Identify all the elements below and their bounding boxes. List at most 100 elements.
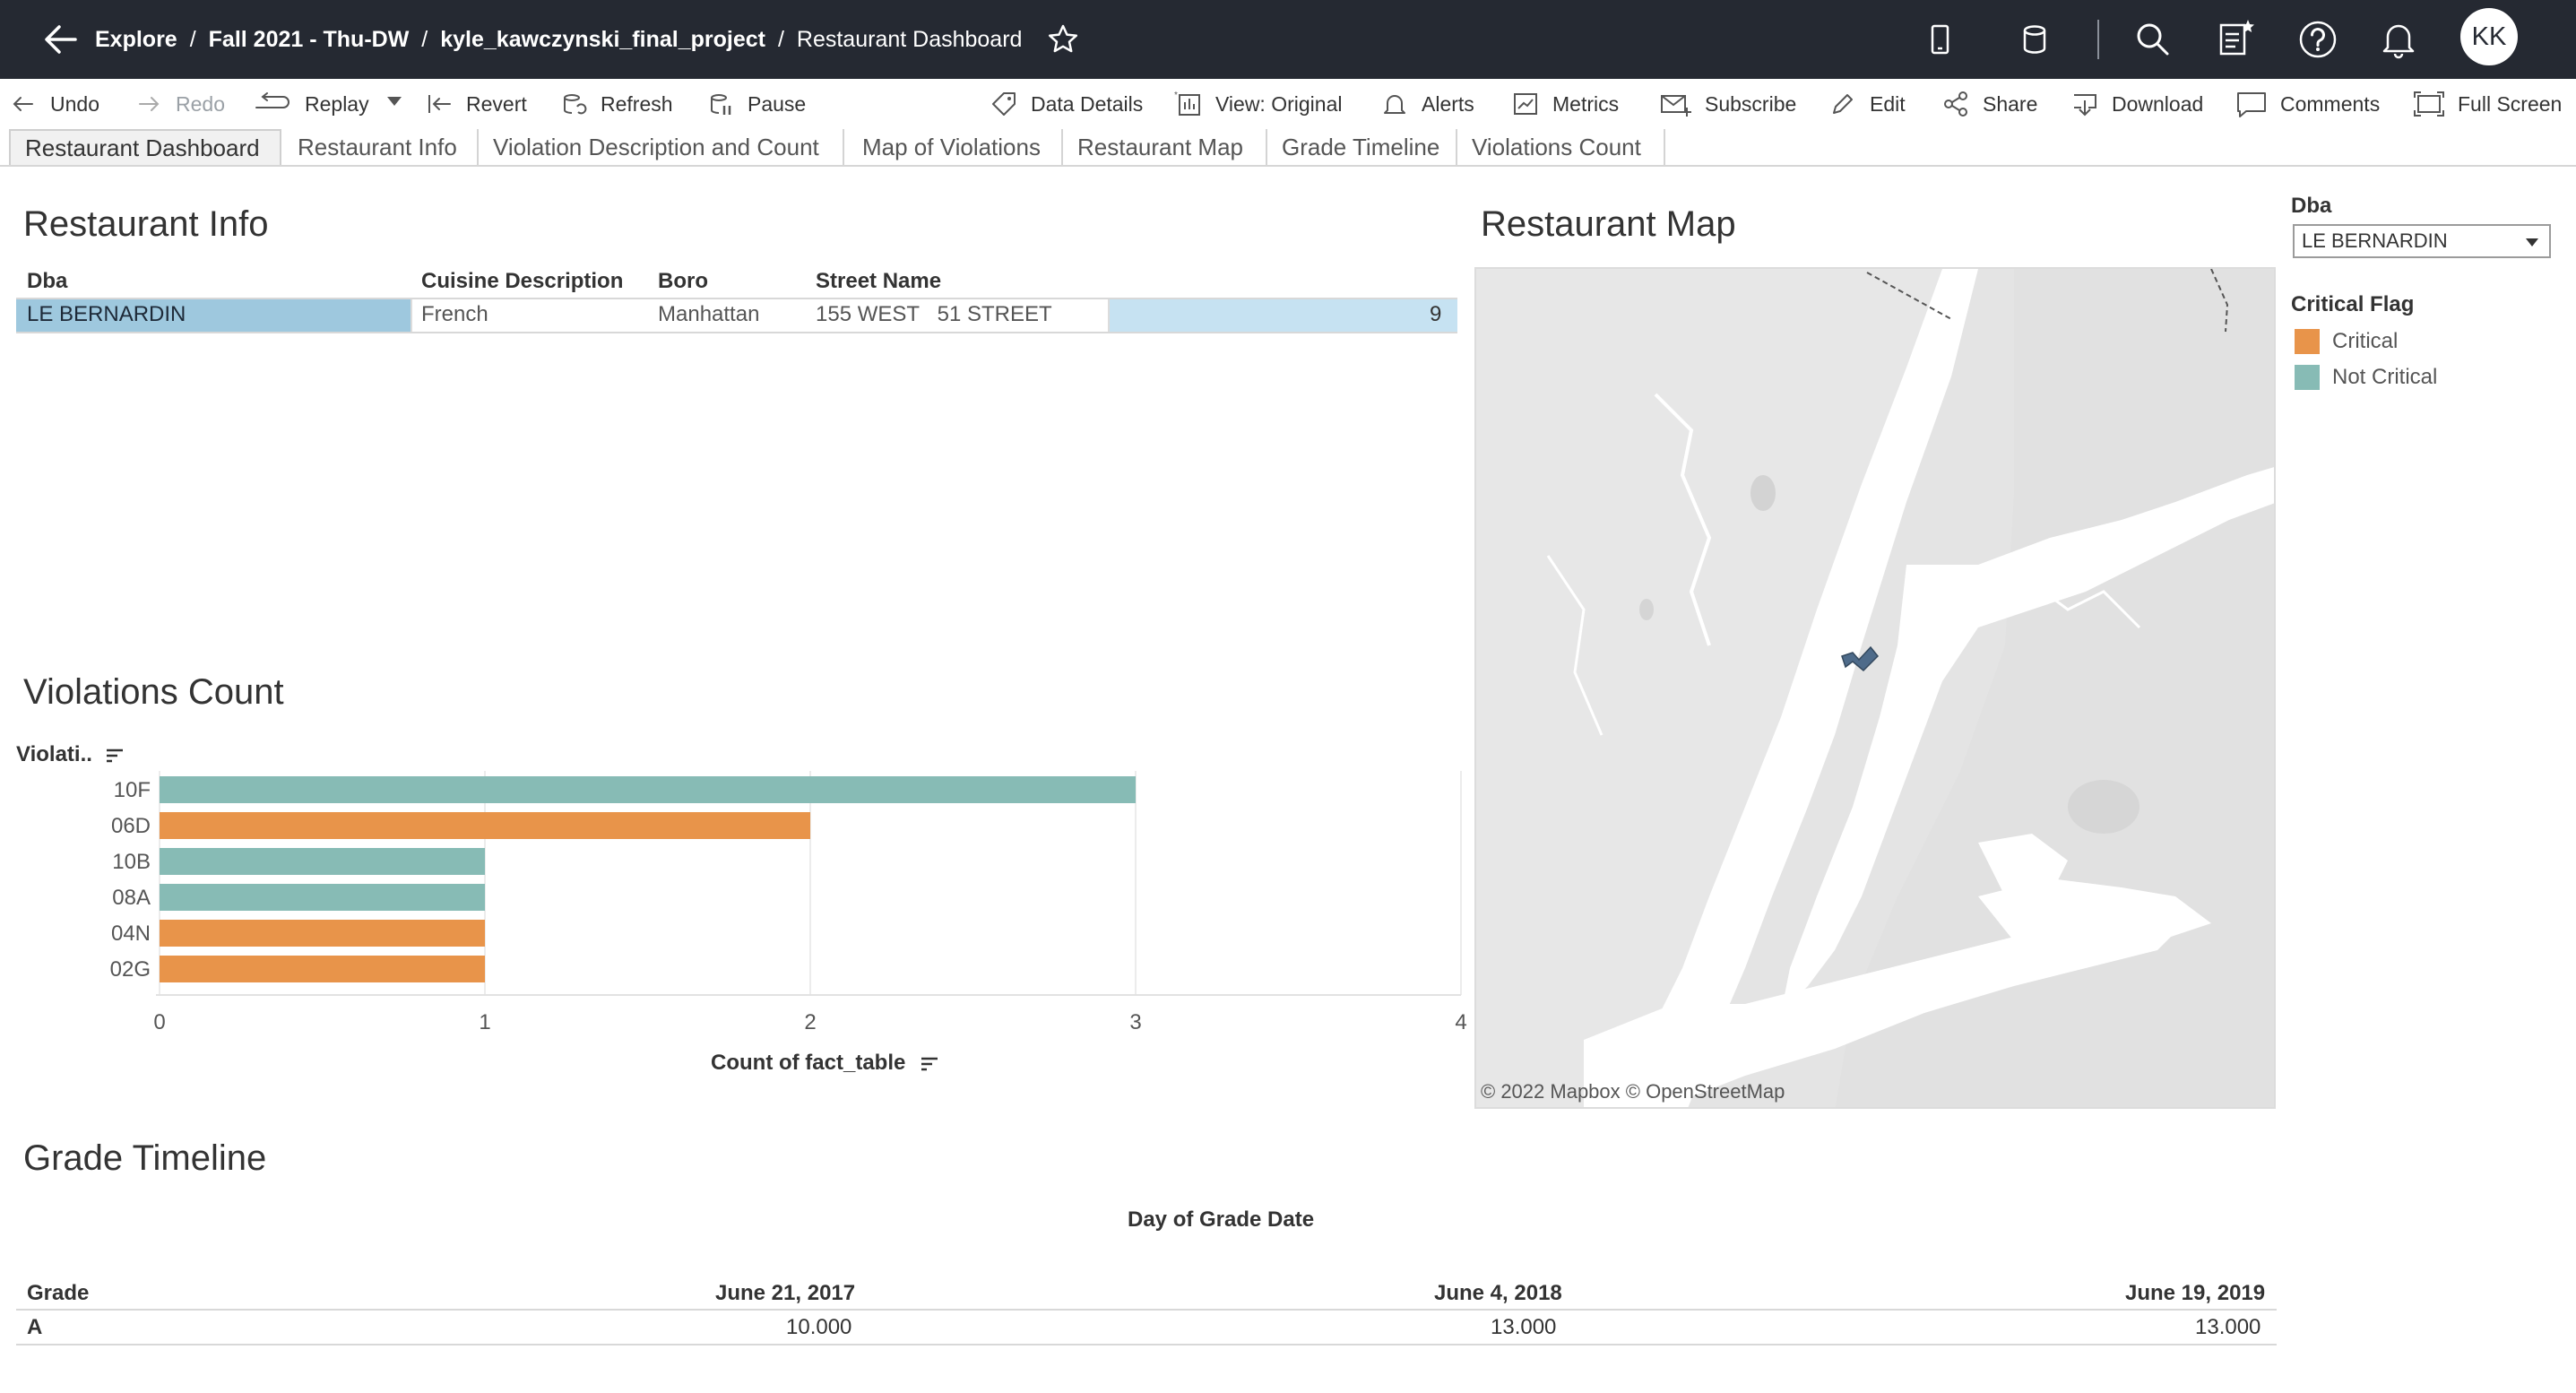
subscribe-button[interactable]: Subscribe: [1660, 88, 1796, 120]
replay-dropdown-caret-icon[interactable]: [387, 97, 402, 106]
tab-map-of-violations[interactable]: Map of Violations: [848, 129, 1063, 165]
tab-violation-description-and-count[interactable]: Violation Description and Count: [479, 129, 844, 165]
envelope-plus-icon: [1661, 95, 1691, 117]
device-preview-icon[interactable]: [1916, 16, 1963, 63]
alerts-button[interactable]: Alerts: [1380, 88, 1474, 120]
dba-filter-dropdown[interactable]: LE BERNARDIN: [2293, 224, 2551, 258]
custom-view-icon: *: [1174, 91, 1200, 116]
restaurant-info-title: Restaurant Info: [23, 204, 269, 244]
grade-timeline-cell-1[interactable]: 10.000: [786, 1315, 851, 1340]
refresh-button[interactable]: Refresh: [559, 88, 673, 120]
violation-bar-06d[interactable]: [160, 812, 810, 839]
comments-label: Comments: [2280, 91, 2381, 116]
breadcrumb-workbook[interactable]: kyle_kawczynski_final_project: [440, 27, 765, 53]
metrics-button[interactable]: Metrics: [1511, 88, 1619, 120]
undo-label: Undo: [50, 91, 99, 116]
violation-bar-10b[interactable]: [160, 848, 485, 875]
boro-value: Manhattan: [658, 302, 760, 326]
x-tick-label: 2: [804, 1010, 816, 1034]
pause-button[interactable]: Pause: [706, 88, 806, 120]
tab-violations-count[interactable]: Violations Count: [1457, 129, 1665, 165]
column-header-boro[interactable]: Boro: [658, 269, 708, 294]
grade-date-header-2[interactable]: June 4, 2018: [1434, 1281, 1562, 1306]
share-icon: [1944, 91, 1967, 117]
user-avatar[interactable]: KK: [2460, 8, 2518, 65]
violation-bar-10f[interactable]: [160, 776, 1136, 803]
undo-arrow-icon: [13, 97, 33, 111]
grade-row-header[interactable]: Grade: [27, 1281, 89, 1306]
full-screen-icon: [2414, 91, 2444, 117]
redo-button[interactable]: Redo: [134, 88, 225, 120]
violation-bar-08a[interactable]: [160, 884, 485, 911]
comments-button[interactable]: Comments: [2235, 88, 2380, 120]
grade-date-header-3[interactable]: June 19, 2019: [2125, 1281, 2265, 1306]
dba-filter-label: Dba: [2291, 194, 2332, 218]
full-screen-button[interactable]: Full Screen: [2413, 88, 2562, 120]
undo-button[interactable]: Undo: [9, 88, 99, 120]
help-icon[interactable]: [2295, 16, 2341, 63]
column-header-cuisine[interactable]: Cuisine Description: [421, 269, 623, 294]
breadcrumb: Explore / Fall 2021 - Thu-DW / kyle_kawc…: [95, 18, 1079, 61]
revert-button[interactable]: Revert: [425, 88, 527, 120]
revert-icon: [428, 95, 451, 113]
redo-arrow-icon: [139, 97, 160, 111]
full-screen-label: Full Screen: [2458, 91, 2563, 116]
share-button[interactable]: Share: [1941, 88, 2037, 120]
sort-icon[interactable]: [919, 1053, 940, 1075]
breadcrumb-current-view: Restaurant Dashboard: [796, 26, 1023, 52]
replay-button[interactable]: Replay: [253, 88, 369, 120]
map-attribution[interactable]: © 2022 Mapbox © OpenStreetMap: [1481, 1080, 1785, 1103]
revert-label: Revert: [466, 91, 527, 116]
data-details-label: Data Details: [1031, 91, 1144, 116]
violation-bar-04n[interactable]: [160, 920, 485, 947]
grade-timeline-cell-3[interactable]: 13.000: [2195, 1315, 2260, 1340]
data-details-button[interactable]: Data Details: [990, 88, 1143, 120]
replay-label: Replay: [305, 91, 369, 116]
edit-label: Edit: [1870, 91, 1906, 116]
tab-restaurant-dashboard[interactable]: Restaurant Dashboard: [9, 129, 281, 165]
data-source-icon[interactable]: [2011, 16, 2058, 63]
comment-bubble-icon: [2237, 92, 2266, 117]
notifications-bell-icon[interactable]: [2375, 16, 2422, 63]
column-header-street-name[interactable]: Street Name: [816, 269, 941, 294]
cuisine-value: French: [421, 302, 488, 326]
x-tick-label: 3: [1129, 1010, 1141, 1034]
violation-bar-02g[interactable]: [160, 956, 485, 982]
violations-bar-chart: 0 1 2 3 4 10F 06D 10B 08A 04N 02G: [110, 771, 1467, 1034]
sheet-tabs: Restaurant Dashboard Restaurant Info Vio…: [0, 129, 2576, 167]
map-canvas: [1476, 269, 2274, 1107]
download-button[interactable]: Download: [2070, 88, 2203, 120]
cell-divider: [411, 299, 412, 332]
search-icon[interactable]: [2130, 16, 2176, 63]
dba-filter-value: LE BERNARDIN: [2302, 229, 2448, 252]
table-row-divider: [16, 1344, 2277, 1345]
x-tick-label: 1: [479, 1010, 490, 1034]
violation-count-bar[interactable]: [1109, 299, 1457, 332]
personal-space-icon[interactable]: [2212, 16, 2259, 63]
edit-button[interactable]: Edit: [1828, 88, 1906, 120]
category-label: 02G: [110, 957, 151, 982]
grade-date-column-title: Day of Grade Date: [1128, 1207, 1315, 1232]
favorite-star-icon[interactable]: [1047, 23, 1079, 56]
legend-swatch-not-critical: [2295, 365, 2320, 390]
category-label: 10F: [114, 778, 151, 802]
legend-item-not-critical[interactable]: Not Critical: [2295, 364, 2437, 391]
restaurant-map[interactable]: [1474, 267, 2276, 1109]
tab-restaurant-map[interactable]: Restaurant Map: [1063, 129, 1267, 165]
breadcrumb-explore[interactable]: Explore: [95, 27, 177, 53]
tab-grade-timeline[interactable]: Grade Timeline: [1267, 129, 1457, 165]
pencil-icon: [1833, 94, 1853, 114]
legend-item-critical[interactable]: Critical: [2295, 328, 2398, 355]
replay-icon: [255, 92, 290, 108]
refresh-icon: [564, 94, 587, 115]
column-header-dba[interactable]: Dba: [27, 269, 67, 294]
x-tick-label: 4: [1455, 1010, 1466, 1034]
breadcrumb-project-folder[interactable]: Fall 2021 - Thu-DW: [209, 27, 410, 53]
metrics-label: Metrics: [1552, 91, 1620, 116]
back-arrow-icon[interactable]: [39, 18, 82, 61]
grade-date-header-1[interactable]: June 21, 2017: [715, 1281, 855, 1306]
tab-restaurant-info[interactable]: Restaurant Info: [283, 129, 479, 165]
grade-timeline-cell-2[interactable]: 13.000: [1491, 1315, 1556, 1340]
subscribe-label: Subscribe: [1705, 91, 1797, 116]
view-original-button[interactable]: * View: Original: [1174, 88, 1342, 120]
